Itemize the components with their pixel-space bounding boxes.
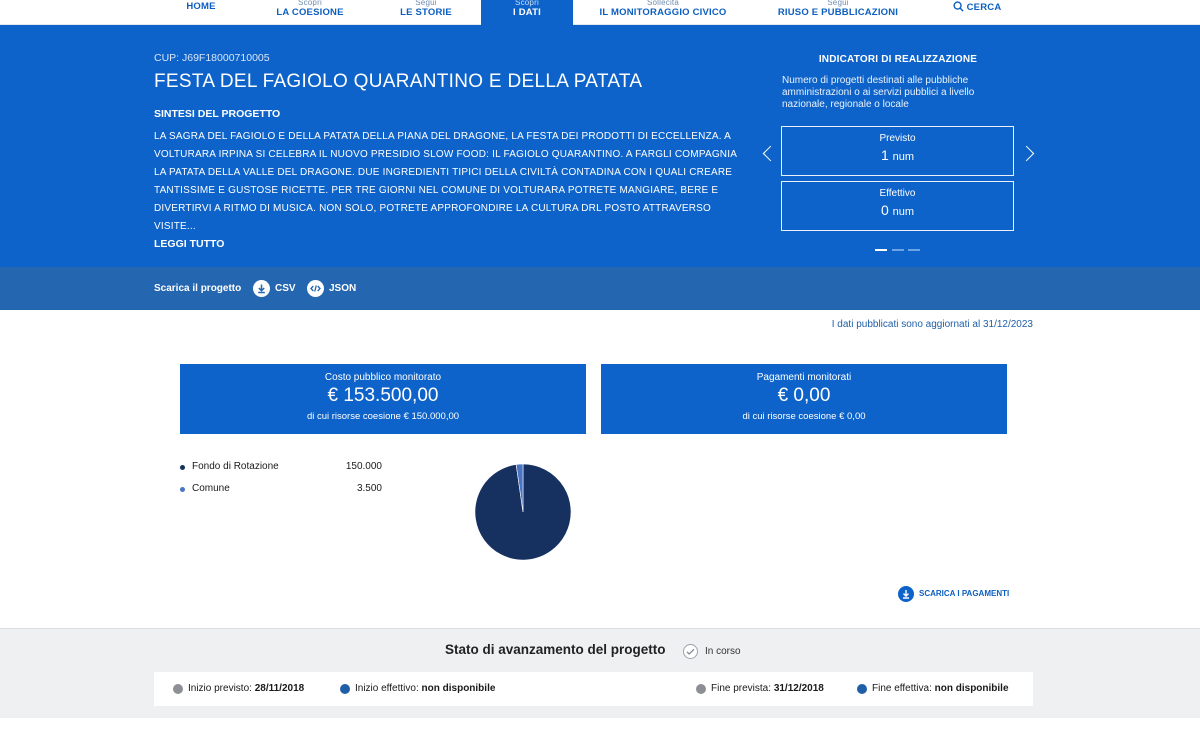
carousel-dot[interactable] xyxy=(892,249,904,251)
public-cost-card: Costo pubblico monitorato € 153.500,00 d… xyxy=(180,364,586,434)
nav-item-kicker: Scopri xyxy=(298,0,322,7)
download-json-button[interactable]: JSON xyxy=(307,279,356,298)
download-bar: Scarica il progetto CSV JSON xyxy=(0,267,1200,310)
nav-item-label: RIUSO E PUBBLICAZIONI xyxy=(777,7,899,18)
indicator-planned-label: Previsto xyxy=(879,133,916,144)
download-icon xyxy=(253,280,270,297)
nav-item-label: I DATI xyxy=(513,7,541,18)
payments-subtitle: di cui risorse coesione € 0,00 xyxy=(742,411,866,422)
project-hero: CUP: J69F18000710005 FESTA DEL FAGIOLO Q… xyxy=(0,25,1200,267)
carousel-dot[interactable] xyxy=(908,249,920,251)
download-json-label: JSON xyxy=(329,283,357,294)
indicator-actual-box: Effettivo 0 num xyxy=(781,181,1014,231)
public-cost-title: Costo pubblico monitorato xyxy=(324,372,442,383)
download-payments-label: SCARICA I PAGAMENTI xyxy=(919,589,1010,598)
download-csv-label: CSV xyxy=(275,283,296,294)
actual-end-date: Fine effettiva: non disponibile xyxy=(857,683,1009,695)
legend-amount: 3.500 xyxy=(356,483,382,494)
top-navigation: HOME Scopri LA COESIONE Segui LE STORIE … xyxy=(0,0,1200,25)
synthesis-text: LA SAGRA DEL FAGIOLO E DELLA PATATA DELL… xyxy=(154,131,737,232)
date-value: 28/11/2018 xyxy=(254,683,305,694)
date-label: Fine effettiva: xyxy=(872,683,932,694)
indicator-planned-unit: num xyxy=(892,151,915,163)
date-value: non disponibile xyxy=(421,683,496,694)
clock-icon xyxy=(857,684,867,694)
payments-value: € 0,00 xyxy=(777,385,831,406)
carousel-next-arrow-icon[interactable] xyxy=(1021,143,1035,163)
download-icon xyxy=(898,586,914,602)
legend-bullet xyxy=(180,465,185,470)
indicator-actual-unit: num xyxy=(892,206,915,218)
nav-item-monitoraggio-civico[interactable]: Sollecita IL MONITORAGGIO CIVICO xyxy=(596,0,730,25)
date-value: non disponibile xyxy=(934,683,1009,694)
nav-item-kicker: Sollecita xyxy=(646,0,680,7)
project-cup: CUP: J69F18000710005 xyxy=(154,52,270,64)
code-icon xyxy=(307,280,324,297)
legend-amount: 150.000 xyxy=(345,461,382,472)
legend-label: Fondo di Rotazione xyxy=(192,461,279,472)
download-payments-button[interactable]: SCARICA I PAGAMENTI xyxy=(898,586,1009,602)
synthesis-heading: SINTESI DEL PROGETTO xyxy=(154,108,281,120)
date-label: Fine prevista: xyxy=(711,683,772,694)
status-dates: Inizio previsto: 28/11/2018 Inizio effet… xyxy=(154,672,1033,706)
indicator-planned-value: 1 xyxy=(880,147,889,163)
data-update-note: I dati pubblicati sono aggiornati al 31/… xyxy=(831,319,1033,330)
download-csv-button[interactable]: CSV xyxy=(253,279,296,298)
nav-item-kicker: Segui xyxy=(415,0,437,7)
nav-item-label: IL MONITORAGGIO CIVICO xyxy=(599,7,727,18)
nav-item-riuso-pubblicazioni[interactable]: Segui RIUSO E PUBBLICAZIONI xyxy=(776,0,900,25)
date-label: Inizio previsto: xyxy=(188,683,252,694)
indicator-planned-box: Previsto 1 num xyxy=(781,126,1014,176)
download-project-label: Scarica il progetto xyxy=(154,283,242,294)
search-icon xyxy=(953,1,964,12)
project-title: FESTA DEL FAGIOLO QUARANTINO E DELLA PAT… xyxy=(154,71,643,92)
check-circle-icon xyxy=(683,644,698,659)
date-label: Inizio effettivo: xyxy=(355,683,419,694)
clock-icon xyxy=(696,684,706,694)
legend-item: Comune 3.500 xyxy=(180,483,390,505)
clock-icon xyxy=(340,684,350,694)
legend-label: Comune xyxy=(192,483,230,494)
public-cost-value: € 153.500,00 xyxy=(327,385,439,406)
date-value: 31/12/2018 xyxy=(773,683,824,694)
funding-pie-chart xyxy=(474,463,572,561)
nav-item-la-coesione[interactable]: Scopri LA COESIONE xyxy=(258,0,362,25)
nav-search-label: CERCA xyxy=(966,2,1002,13)
read-more-link[interactable]: LEGGI TUTTO xyxy=(154,238,224,250)
nav-item-label: LE STORIE xyxy=(400,7,452,18)
status-title: Stato di avanzamento del progetto xyxy=(445,642,666,657)
payments-card: Pagamenti monitorati € 0,00 di cui risor… xyxy=(601,364,1007,434)
legend-bullet xyxy=(180,487,185,492)
carousel-dot[interactable] xyxy=(875,249,887,251)
carousel-prev-arrow-icon[interactable] xyxy=(761,143,775,163)
public-cost-subtitle: di cui risorse coesione € 150.000,00 xyxy=(306,411,460,422)
nav-home-label: HOME xyxy=(186,1,216,12)
funding-legend: Fondo di Rotazione 150.000 Comune 3.500 xyxy=(180,461,390,505)
indicator-actual-label: Effettivo xyxy=(879,188,916,199)
project-status-section: Stato di avanzamento del progetto In cor… xyxy=(0,628,1200,718)
nav-item-kicker: Segui xyxy=(827,0,849,7)
actual-start-date: Inizio effettivo: non disponibile xyxy=(340,683,495,695)
legend-item: Fondo di Rotazione 150.000 xyxy=(180,461,390,483)
indicators-description: Numero di progetti destinati alle pubbli… xyxy=(782,75,975,110)
status-badge: In corso xyxy=(683,644,741,659)
indicators-title: INDICATORI DI REALIZZAZIONE xyxy=(818,54,978,65)
planned-end-date: Fine prevista: 31/12/2018 xyxy=(696,683,824,695)
nav-home-link[interactable]: HOME xyxy=(170,0,232,25)
indicator-actual-value: 0 xyxy=(880,202,889,218)
clock-icon xyxy=(173,684,183,694)
planned-start-date: Inizio previsto: 28/11/2018 xyxy=(173,683,304,695)
status-badge-label: In corso xyxy=(705,646,741,657)
nav-item-kicker: Scopri xyxy=(515,0,539,7)
nav-item-label: LA COESIONE xyxy=(276,7,344,18)
payments-title: Pagamenti monitorati xyxy=(756,372,852,383)
nav-item-i-dati[interactable]: Scopri I DATI xyxy=(481,0,573,25)
nav-search-button[interactable]: CERCA xyxy=(946,0,1008,25)
nav-item-le-storie[interactable]: Segui LE STORIE xyxy=(383,0,469,25)
